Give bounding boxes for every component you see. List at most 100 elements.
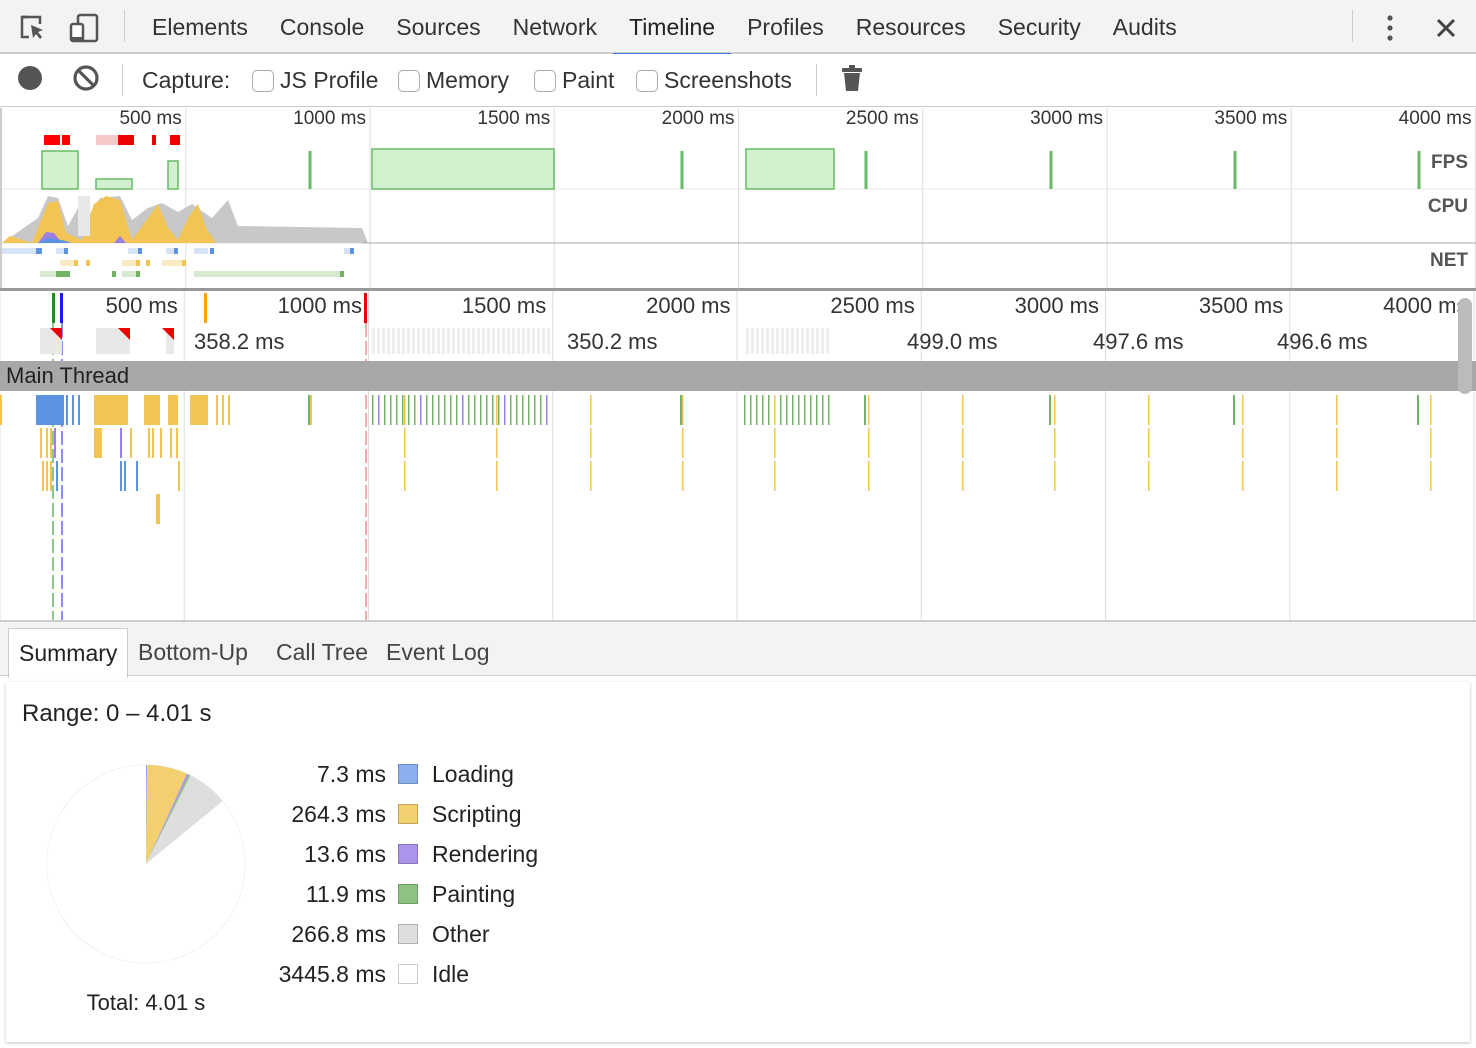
flame-event	[786, 395, 788, 425]
memory-checkbox[interactable]: Memory	[398, 54, 509, 107]
flame-event	[78, 395, 80, 425]
overview-tick-label: 3000 ms	[1030, 108, 1103, 129]
flame-event	[774, 461, 776, 491]
legend-value: 13.6 ms	[304, 840, 386, 867]
tab-network[interactable]: Network	[497, 0, 613, 54]
flame-event	[682, 428, 684, 458]
fps-bar	[371, 148, 555, 190]
flame-event	[40, 428, 42, 458]
flame-event	[170, 428, 172, 458]
flame-event	[1242, 461, 1244, 491]
flame-event	[1054, 428, 1056, 458]
main-thread-header[interactable]: Main Thread	[0, 361, 1476, 391]
flame-event	[144, 395, 160, 425]
frame-box	[826, 328, 829, 354]
tab-timeline[interactable]: Timeline	[613, 0, 732, 56]
frame-duration[interactable]: 358.2 ms	[194, 329, 285, 355]
frame-duration[interactable]: 496.6 ms	[1277, 329, 1368, 355]
net-request	[86, 260, 90, 266]
checkbox-box[interactable]	[636, 69, 658, 92]
flame-event	[1148, 428, 1150, 458]
legend-swatch	[398, 884, 418, 904]
frame-box	[432, 328, 435, 354]
frame-duration[interactable]: 499.0 ms	[907, 329, 998, 355]
device-mode-icon[interactable]	[68, 12, 100, 44]
collect-garbage-button[interactable]	[836, 64, 868, 96]
flame-event	[540, 395, 542, 425]
flame-event	[864, 395, 866, 425]
more-options-icon[interactable]	[1374, 12, 1406, 44]
net-request	[36, 248, 42, 254]
legend-value: 266.8 ms	[291, 920, 386, 947]
tab-audits[interactable]: Audits	[1097, 0, 1193, 54]
flame-event	[1417, 395, 1419, 425]
frame-box	[427, 328, 430, 354]
divider	[816, 64, 817, 96]
checkbox-box[interactable]	[398, 69, 420, 92]
flame-event	[492, 395, 494, 425]
legend-value: 11.9 ms	[305, 880, 386, 907]
flame-event	[496, 395, 498, 425]
overview-tick-label: 1500 ms	[477, 108, 551, 129]
frame-box	[457, 328, 460, 354]
tab-event-log[interactable]: Event Log	[376, 628, 500, 678]
screenshots-checkbox[interactable]: Screenshots	[636, 54, 792, 107]
flame-event	[420, 395, 422, 425]
flame-event	[1430, 461, 1432, 491]
legend-item-painting: 11.9 ms Painting	[240, 879, 515, 909]
flame-event	[310, 395, 312, 425]
js-profile-checkbox[interactable]: JS Profile	[252, 54, 378, 107]
tab-security[interactable]: Security	[982, 0, 1097, 54]
tab-console[interactable]: Console	[264, 0, 380, 54]
checkbox-box[interactable]	[534, 69, 556, 92]
flame-event	[522, 395, 524, 425]
clear-button[interactable]	[70, 64, 102, 96]
frame-box	[776, 328, 779, 354]
frame-duration[interactable]: 497.6 ms	[1093, 329, 1184, 355]
legend-value: 264.3 ms	[291, 800, 386, 827]
frame-box	[781, 328, 784, 354]
record-button[interactable]	[14, 64, 46, 96]
frame-duration[interactable]: 350.2 ms	[567, 329, 658, 355]
total-label: Total: 4.01 s	[86, 990, 206, 1015]
inspect-element-icon[interactable]	[16, 12, 48, 44]
frame-box	[497, 328, 500, 354]
close-icon[interactable]	[1430, 12, 1462, 44]
frame-box	[816, 328, 819, 354]
frame-box	[761, 328, 764, 354]
cpu-track-label: CPU	[1427, 196, 1468, 217]
flame-event	[444, 395, 446, 425]
tab-profiles[interactable]: Profiles	[731, 0, 840, 54]
checkbox-label: JS Profile	[280, 67, 379, 93]
legend-item-other: 266.8 ms Other	[240, 919, 489, 949]
tab-resources[interactable]: Resources	[840, 0, 982, 54]
frame-box	[477, 328, 480, 354]
flame-event	[176, 428, 178, 458]
panel-tabs: Elements Console Sources Network Timelin…	[136, 0, 1193, 56]
checkbox-box[interactable]	[252, 69, 274, 92]
tab-bottom-up[interactable]: Bottom-Up	[128, 628, 258, 678]
flame-scrollbar[interactable]	[1458, 298, 1472, 394]
marker	[204, 293, 207, 323]
flame-event	[474, 395, 476, 425]
tab-call-tree[interactable]: Call Tree	[266, 628, 378, 678]
tab-elements[interactable]: Elements	[136, 0, 264, 54]
timeline-overview[interactable]: FPS CPU NET 500 ms 1000 ms 1500 ms 2000 ms 2…	[0, 108, 1476, 288]
flame-event	[868, 395, 870, 425]
frame-box	[806, 328, 809, 354]
tab-sources[interactable]: Sources	[380, 0, 496, 54]
frame-box	[462, 328, 465, 354]
flame-event	[744, 395, 746, 425]
flame-event	[168, 395, 178, 425]
flame-event	[792, 395, 794, 425]
frame-box	[442, 328, 445, 354]
overview-tick-label: 2000 ms	[661, 108, 735, 129]
flame-event	[962, 428, 964, 458]
overview-tick-label: 1000 ms	[293, 108, 366, 129]
frame-box	[407, 328, 410, 354]
paint-checkbox[interactable]: Paint	[534, 54, 614, 107]
flame-event	[62, 395, 64, 425]
flame-event	[962, 395, 964, 425]
tab-summary[interactable]: Summary	[8, 628, 129, 678]
legend-item-scripting: 264.3 ms Scripting	[240, 799, 521, 829]
